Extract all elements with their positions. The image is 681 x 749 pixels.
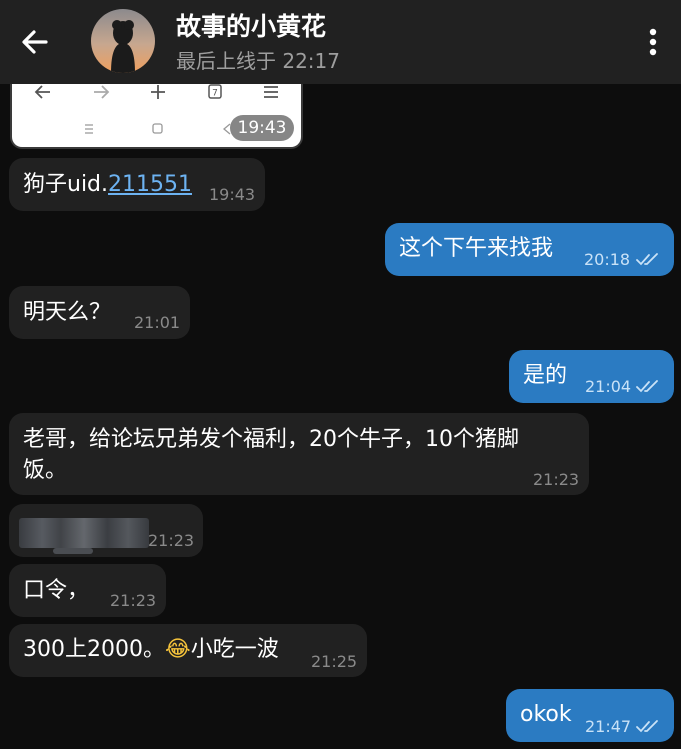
message-time: 19:43 xyxy=(209,185,256,204)
message-time: 21:23 xyxy=(533,470,580,489)
message-bubble[interactable]: 老哥，给论坛兄弟发个福利，20个牛子，10个猪脚 饭。 21:23 xyxy=(9,413,589,495)
last-seen-status: 最后上线于 22:17 xyxy=(176,49,340,73)
laughing-emoji-icon: 😂 xyxy=(164,637,191,662)
message-time: 21:01 xyxy=(134,313,181,332)
read-receipt-icon xyxy=(636,720,658,733)
avatar[interactable] xyxy=(91,9,155,73)
plus-icon xyxy=(151,85,165,99)
nav-home-icon xyxy=(152,123,163,134)
message-time: 20:18 xyxy=(584,250,631,269)
message-text-line-2: 饭。 xyxy=(23,458,68,483)
message-bubble[interactable]: 这个下午来找我 20:18 xyxy=(385,223,674,276)
message-bubble[interactable]: 300上2000。😂小吃一波 21:25 xyxy=(9,624,367,677)
chat-title[interactable]: 故事的小黄花 xyxy=(176,7,326,43)
message-text-part: 小吃一波 xyxy=(190,637,279,662)
message-text: 口令， xyxy=(23,578,90,603)
avatar-silhouette xyxy=(111,20,135,73)
read-receipt-icon xyxy=(636,380,658,393)
more-vertical-icon xyxy=(649,28,657,56)
message-text: 300上2000。😂小吃一波 xyxy=(23,637,279,662)
redacted-content-tail xyxy=(53,548,93,554)
back-arrow-icon xyxy=(34,85,50,99)
message-bubble[interactable]: 是的 21:04 xyxy=(509,350,674,403)
message-text: 是的 xyxy=(523,363,568,388)
nav-recents-icon xyxy=(85,124,93,134)
message-bubble[interactable]: okok 21:47 xyxy=(506,689,674,742)
redacted-content xyxy=(19,518,149,548)
message-bubble[interactable]: 明天么？ 21:01 xyxy=(9,286,190,339)
attachment-timestamp: 19:43 xyxy=(230,115,294,141)
message-text: 狗子uid.211551 xyxy=(23,172,192,197)
menu-icon xyxy=(264,86,278,98)
message-time: 21:23 xyxy=(148,531,195,550)
chat-header: 故事的小黄花 最后上线于 22:17 xyxy=(0,0,681,84)
more-menu-button[interactable] xyxy=(640,22,666,62)
back-arrow-icon xyxy=(22,30,48,54)
tab-count: 7 xyxy=(212,89,218,99)
message-text-prefix: 狗子uid. xyxy=(23,172,109,197)
uid-link[interactable]: 211551 xyxy=(108,172,192,197)
message-time: 21:25 xyxy=(311,652,358,671)
forward-arrow-icon xyxy=(94,85,110,99)
message-bubble[interactable]: 狗子uid.211551 19:43 xyxy=(9,158,265,211)
message-text-part: 300上2000。 xyxy=(23,637,165,662)
message-bubble[interactable]: 口令， 21:23 xyxy=(9,564,166,617)
back-button[interactable] xyxy=(16,22,56,62)
message-text: okok xyxy=(520,702,572,727)
message-text-line-1: 老哥，给论坛兄弟发个福利，20个牛子，10个猪脚 xyxy=(23,427,519,452)
redacted-message-bubble[interactable]: 21:23 xyxy=(9,504,203,557)
read-receipt-icon xyxy=(636,253,658,266)
message-text: 明天么？ xyxy=(23,300,112,325)
message-time: 21:04 xyxy=(585,377,632,396)
message-time: 21:23 xyxy=(110,591,157,610)
message-text: 这个下午来找我 xyxy=(399,236,554,261)
message-time: 21:47 xyxy=(585,717,632,736)
